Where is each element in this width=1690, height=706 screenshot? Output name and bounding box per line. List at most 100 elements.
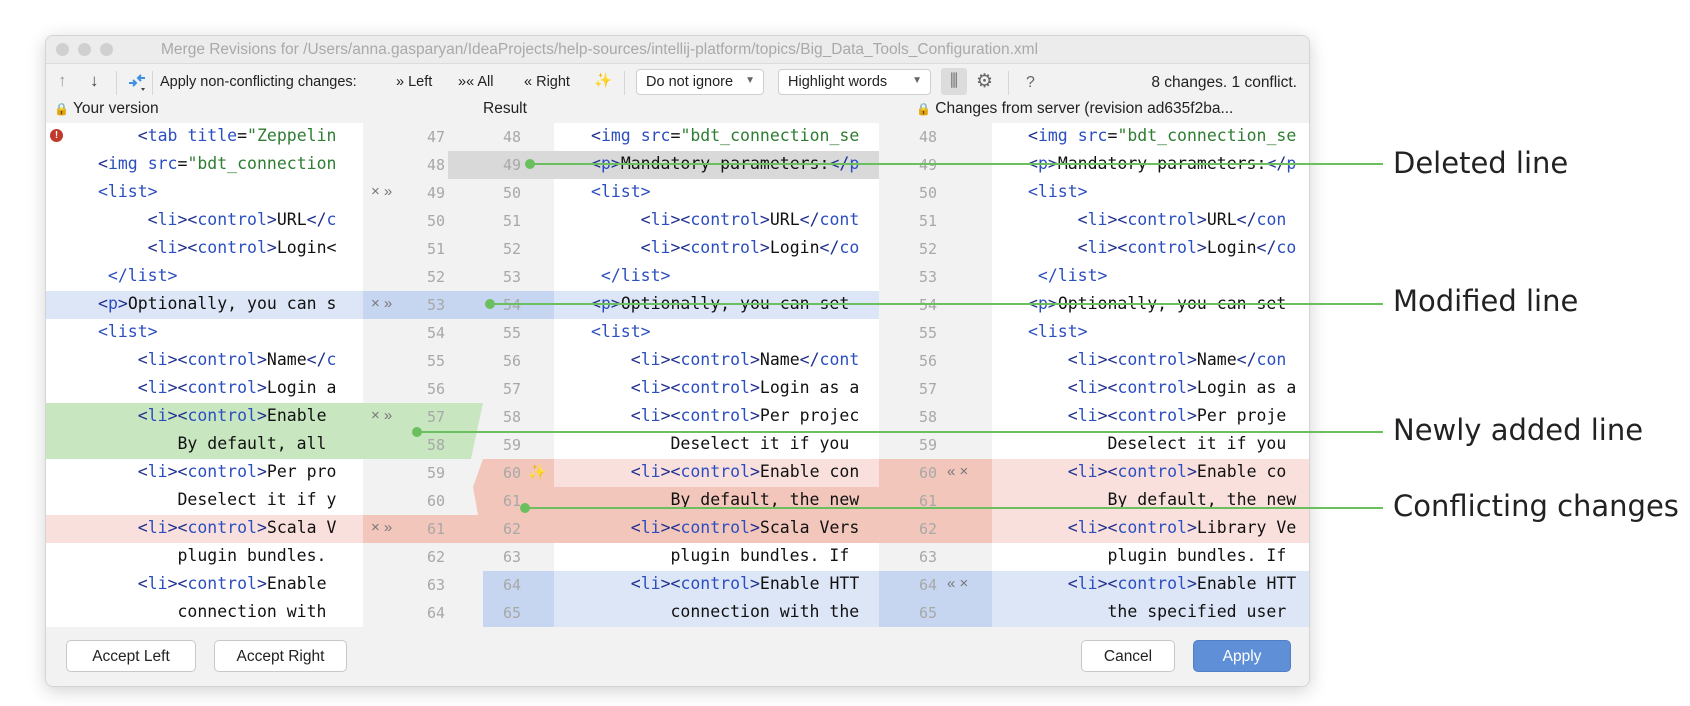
code-line[interactable]: <tab title="Zeppelin xyxy=(46,123,363,151)
code-line[interactable]: <p>Mandatory parameters:</p xyxy=(992,151,1309,179)
code-line[interactable]: <li><control>Login</co xyxy=(992,235,1309,263)
code-line[interactable]: plugin bundles. If xyxy=(554,543,879,571)
code-line[interactable]: connection with xyxy=(46,599,363,627)
code-line[interactable]: <list> xyxy=(992,179,1309,207)
code-text: <li><control>Enable con xyxy=(591,462,859,481)
close-window-button[interactable] xyxy=(56,43,69,56)
code-text: <img src="bdt_connection_se xyxy=(591,126,859,145)
code-text: <li><control>Login as a xyxy=(591,378,859,397)
minimize-window-button[interactable] xyxy=(78,43,91,56)
right-line-number: 64 xyxy=(919,576,937,594)
code-line[interactable]: Deselect it if you xyxy=(992,431,1309,459)
code-line[interactable]: Deselect it if y xyxy=(46,487,363,515)
previous-change-icon[interactable]: ↑ xyxy=(58,71,67,91)
help-icon[interactable]: ? xyxy=(1026,74,1035,92)
result-line-number: 64 xyxy=(503,576,521,594)
apply-right-change-icon[interactable]: « × xyxy=(947,575,968,592)
code-text: plugin bundles. If xyxy=(1028,546,1286,565)
code-line[interactable]: By default, the new xyxy=(992,487,1309,515)
code-line[interactable]: plugin bundles. If xyxy=(992,543,1309,571)
code-line[interactable]: <li><control>Per projec xyxy=(554,403,879,431)
code-line[interactable]: <li><control>Enable xyxy=(46,571,363,599)
code-line[interactable]: connection with the xyxy=(554,599,879,627)
columns-sync-icon[interactable]: ⫼ xyxy=(941,68,967,95)
code-line[interactable]: <li><control>Enable co xyxy=(992,459,1309,487)
code-line[interactable]: <p>Optionally, you can set xyxy=(554,291,879,319)
code-line[interactable]: By default, the new xyxy=(554,487,879,515)
apply-left-change-icon[interactable]: × » xyxy=(371,183,392,200)
cancel-button[interactable]: Cancel xyxy=(1081,640,1175,672)
code-line[interactable]: <list> xyxy=(992,319,1309,347)
code-line[interactable]: <img src="bdt_connection_se xyxy=(554,123,879,151)
code-line[interactable]: plugin bundles. xyxy=(46,543,363,571)
code-line[interactable]: <li><control>Enable con xyxy=(554,459,879,487)
apply-right-button[interactable]: « Right xyxy=(524,74,570,90)
code-text: <list> xyxy=(1028,182,1088,201)
result-editor-pane[interactable]: <img src="bdt_connection_se <p>Mandatory … xyxy=(554,123,879,627)
code-line[interactable]: <li><control>Login< xyxy=(46,235,363,263)
code-line[interactable]: </list> xyxy=(46,263,363,291)
code-line[interactable]: <list> xyxy=(554,179,879,207)
code-line[interactable]: <li><control>Name</c xyxy=(46,347,363,375)
accept-left-button[interactable]: Accept Left xyxy=(66,640,196,672)
ignore-whitespace-select[interactable]: Do not ignore ▼ xyxy=(636,69,764,95)
accept-right-button[interactable]: Accept Right xyxy=(214,640,347,672)
code-line[interactable]: </list> xyxy=(554,263,879,291)
code-line[interactable]: <li><control>URL</con xyxy=(992,207,1309,235)
apply-button[interactable]: Apply xyxy=(1193,640,1291,672)
right-line-number: 62 xyxy=(919,520,937,538)
right-editor-pane[interactable]: <img src="bdt_connection_se<p>Mandatory … xyxy=(992,123,1309,627)
code-line[interactable]: <list> xyxy=(554,319,879,347)
right-line-number: 54 xyxy=(919,296,937,314)
code-line[interactable]: <list> xyxy=(46,179,363,207)
code-line[interactable]: <li><control>Enable HTT xyxy=(992,571,1309,599)
code-text: <li><control>URL</c xyxy=(98,210,336,229)
highlight-mode-select[interactable]: Highlight words ▼ xyxy=(778,69,931,95)
code-text: the specified user xyxy=(1028,602,1286,621)
code-line[interactable]: <li><control>Name</con xyxy=(992,347,1309,375)
left-editor-pane[interactable]: <tab title="Zeppelin<img src="bdt_connec… xyxy=(46,123,363,627)
code-line[interactable]: <li><control>Login</co xyxy=(554,235,879,263)
code-line[interactable]: <img src="bdt_connection xyxy=(46,151,363,179)
code-line[interactable]: <li><control>Enable xyxy=(46,403,363,431)
code-line[interactable]: <li><control>URL</c xyxy=(46,207,363,235)
apply-left-change-icon[interactable]: × » xyxy=(371,295,392,312)
code-line[interactable]: <list> xyxy=(46,319,363,347)
chevron-down-icon: ▼ xyxy=(912,75,922,86)
code-line[interactable]: <li><control>Name</cont xyxy=(554,347,879,375)
gear-icon[interactable]: ⚙ xyxy=(976,70,993,93)
zoom-window-button[interactable] xyxy=(100,43,113,56)
magic-resolve-icon[interactable]: ✨ xyxy=(594,72,612,89)
code-line[interactable]: the specified user xyxy=(992,599,1309,627)
code-line[interactable]: <li><control>Per proje xyxy=(992,403,1309,431)
code-line[interactable]: <li><control>Scala Vers xyxy=(554,515,879,543)
apply-left-change-icon[interactable]: × » xyxy=(371,519,392,536)
code-line[interactable]: Deselect it if you xyxy=(554,431,879,459)
code-line[interactable]: <li><control>Login as a xyxy=(992,375,1309,403)
code-line[interactable]: <li><control>Library Ve xyxy=(992,515,1309,543)
code-text: </list> xyxy=(1028,266,1107,285)
code-line[interactable]: <img src="bdt_connection_se xyxy=(992,123,1309,151)
result-line-number: 50 xyxy=(503,184,521,202)
code-line[interactable]: <li><control>Login as a xyxy=(554,375,879,403)
code-line[interactable]: <li><control>Scala V xyxy=(46,515,363,543)
code-line[interactable]: </list> xyxy=(992,263,1309,291)
code-line[interactable]: <p>Mandatory parameters:</p xyxy=(554,151,879,179)
apply-left-button[interactable]: » Left xyxy=(396,74,432,90)
code-line[interactable]: <p>Optionally, you can set xyxy=(992,291,1309,319)
code-line[interactable]: <li><control>Enable HTT xyxy=(554,571,879,599)
code-line[interactable]: By default, all xyxy=(46,431,363,459)
separator xyxy=(1008,71,1009,95)
apply-all-button[interactable]: »« All xyxy=(458,74,493,90)
lock-icon: 🔒 xyxy=(916,102,931,116)
resolve-automatically-icon[interactable] xyxy=(126,70,148,96)
code-line[interactable]: <li><control>URL</cont xyxy=(554,207,879,235)
code-line[interactable]: <li><control>Per pro xyxy=(46,459,363,487)
apply-right-change-icon[interactable]: « × xyxy=(947,463,968,480)
apply-left-change-icon[interactable]: × » xyxy=(371,407,392,424)
code-line[interactable]: <p>Optionally, you can s xyxy=(46,291,363,319)
next-change-icon[interactable]: ↓ xyxy=(90,71,99,91)
code-line[interactable]: <li><control>Login a xyxy=(46,375,363,403)
error-icon[interactable]: ! xyxy=(50,129,63,142)
magic-resolve-icon[interactable]: ✨ xyxy=(528,463,547,481)
